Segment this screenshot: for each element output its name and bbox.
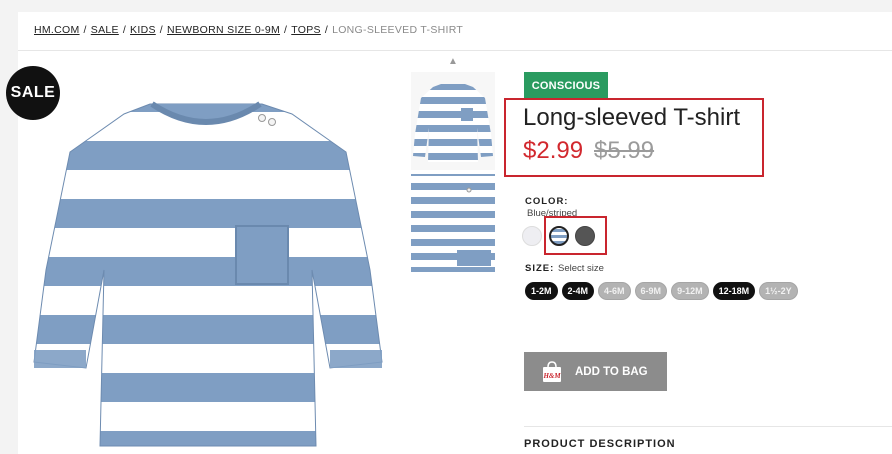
breadcrumb-link-hm[interactable]: HM.COM (34, 24, 80, 36)
swatch-highlight (544, 216, 607, 255)
product-page: HM.COM / SALE / KIDS / NEWBORN SIZE 0-9M / TOPS /… (6, 12, 892, 454)
size-option-4-6m[interactable]: 4-6M (598, 282, 631, 300)
breadcrumb-link-tops[interactable]: TOPS (291, 24, 321, 36)
add-to-bag-button[interactable]: H&M ADD TO BAG (524, 352, 667, 391)
tshirt-thumbnail (413, 84, 493, 162)
product-title: Long-sleeved T-shirt (523, 104, 741, 131)
breadcrumb-link-sale[interactable]: SALE (91, 24, 119, 36)
tshirt-thumbnail (411, 174, 495, 272)
thumbnail-scroll-up-icon[interactable]: ▲ (448, 56, 458, 67)
conscious-badge: CONSCIOUS (524, 72, 608, 100)
breadcrumb-separator: / (159, 24, 163, 36)
breadcrumb-link-newborn[interactable]: NEWBORN SIZE 0-9M (167, 24, 280, 36)
shopping-bag-icon: H&M (541, 360, 563, 383)
color-swatch-light[interactable] (522, 226, 542, 246)
size-option-12-18m[interactable]: 12-18M (712, 282, 756, 300)
size-option-1-2m[interactable]: 1-2M (525, 282, 558, 300)
sale-price: $2.99 (523, 137, 584, 164)
breadcrumb-current: LONG-SLEEVED T-SHIRT (332, 24, 464, 36)
bag-logo-text: H&M (542, 372, 561, 380)
tshirt-image (33, 101, 383, 447)
size-option-2-4m[interactable]: 2-4M (561, 282, 595, 300)
breadcrumb-separator: / (83, 24, 87, 36)
breadcrumb-separator: / (284, 24, 288, 36)
product-description-heading[interactable]: PRODUCT DESCRIPTION (524, 438, 676, 450)
breadcrumb-separator: / (122, 24, 127, 36)
product-thumbnail-front[interactable] (411, 72, 495, 170)
size-option-9-12m[interactable]: 9-12M (671, 282, 709, 300)
size-hint: Select size (558, 263, 604, 274)
breadcrumb: HM.COM / SALE / KIDS / NEWBORN SIZE 0-9M / TOPS /… (34, 24, 463, 36)
original-price: $5.99 (594, 137, 655, 164)
size-option-6-9m[interactable]: 6-9M (634, 282, 668, 300)
product-thumbnail-back[interactable] (411, 174, 495, 272)
size-selector: 1-2M 2-4M 4-6M 6-9M 9-12M 12-18M 1½-2Y (525, 282, 798, 300)
size-option-1half-2y[interactable]: 1½-2Y (759, 282, 798, 300)
breadcrumb-link-kids[interactable]: KIDS (130, 24, 156, 36)
product-main-image[interactable] (30, 100, 386, 454)
add-to-bag-label: ADD TO BAG (575, 365, 648, 378)
sale-badge: SALE (6, 66, 60, 120)
color-label: COLOR: (525, 196, 569, 207)
header-divider (18, 50, 892, 51)
size-label: SIZE: (525, 263, 555, 274)
description-divider (524, 426, 892, 427)
breadcrumb-separator: / (324, 24, 329, 36)
